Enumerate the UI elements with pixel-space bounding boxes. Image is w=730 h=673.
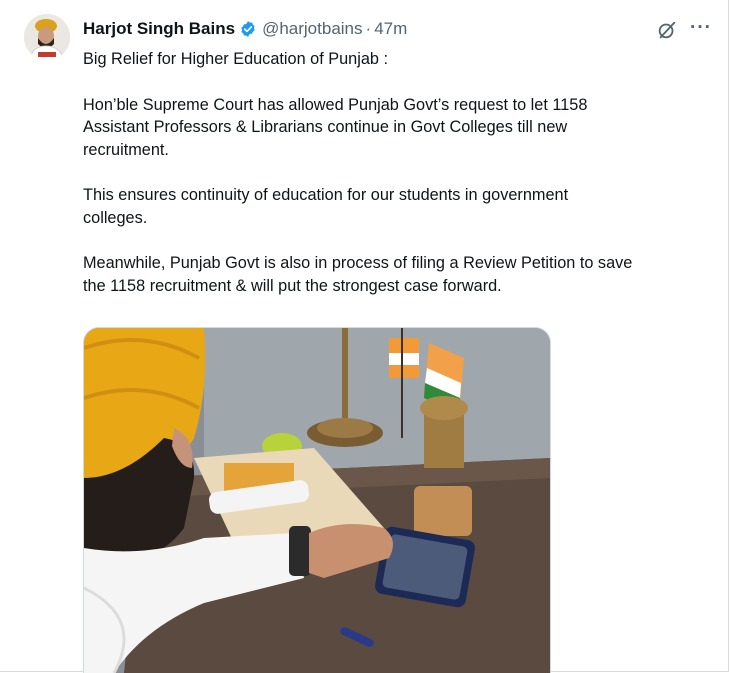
author-name[interactable]: Harjot Singh Bains (83, 19, 235, 39)
tweet-timestamp[interactable]: 47m (374, 19, 407, 39)
more-options-icon[interactable]: ··· (690, 17, 712, 39)
tweet-paragraph: This ensures continuity of education for… (83, 186, 569, 227)
tweet-paragraph: Meanwhile, Punjab Govt is also in proces… (83, 254, 633, 295)
tweet-photo[interactable] (83, 327, 551, 673)
tweet-paragraph: Big Relief for Higher Education of Punja… (83, 50, 388, 68)
photo-image (84, 328, 550, 673)
author-avatar[interactable] (24, 14, 70, 60)
author-handle[interactable]: @harjotbains (262, 19, 362, 39)
tweet-header: Harjot Singh Bains @harjotbains · 47m (83, 16, 407, 42)
separator-dot: · (365, 19, 372, 38)
avatar-image (24, 14, 70, 60)
verified-badge-icon (239, 20, 257, 38)
grok-icon[interactable] (656, 19, 678, 41)
tweet-text: Big Relief for Higher Education of Punja… (83, 48, 723, 320)
tweet-paragraph: Hon’ble Supreme Court has allowed Punjab… (83, 95, 588, 159)
tweet-card: Harjot Singh Bains @harjotbains · 47m ··… (0, 0, 729, 673)
